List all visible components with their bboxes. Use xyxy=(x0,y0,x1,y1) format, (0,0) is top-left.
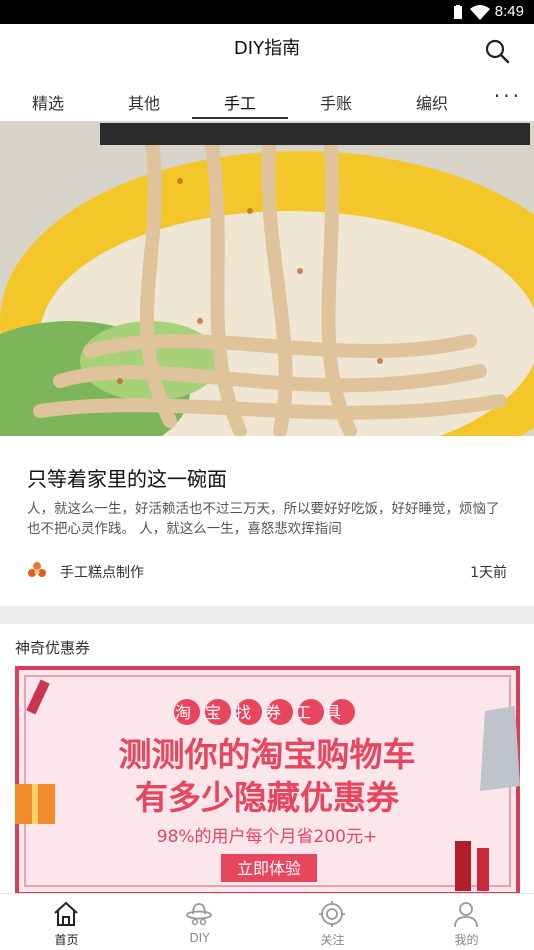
coupon-section-title: 神奇优惠券 xyxy=(15,639,91,657)
nav-home[interactable]: 首页 xyxy=(0,894,133,950)
app-bar: DIY指南 xyxy=(0,24,534,76)
user-icon xyxy=(454,902,478,928)
status-time: 8:49 xyxy=(494,3,524,20)
gift-box-decoration xyxy=(15,784,55,824)
category-tabs: 精选 其他 手工 手账 编织 ··· xyxy=(0,78,534,120)
banner-cta-button[interactable]: 立即体验 xyxy=(237,859,301,878)
wifi-icon xyxy=(470,5,490,20)
tab-knitting[interactable]: 编织 xyxy=(384,90,480,114)
nav-diy-label: DIY xyxy=(189,931,210,945)
app-title: DIY指南 xyxy=(233,38,301,59)
focus-icon xyxy=(319,901,345,927)
section-divider xyxy=(0,606,534,624)
article-description: 人，就这么一生，好活赖活也不过三万天，所以要好好吃饭，好好睡觉，烦恼了也不把心灵… xyxy=(27,501,500,537)
tabs-more-button[interactable]: ··· xyxy=(494,84,522,108)
nav-home-label: 首页 xyxy=(54,933,79,947)
article-time: 1天前 xyxy=(470,565,507,581)
coupon-banner[interactable]: 淘宝找券工具 测测你的淘宝购物车 有多少隐藏优惠券 98%的用户每个月省200元… xyxy=(15,666,520,896)
tab-handcraft[interactable]: 手工 xyxy=(192,90,288,114)
search-icon[interactable] xyxy=(484,38,510,64)
nav-follow[interactable]: 关注 xyxy=(266,894,399,950)
battery-icon xyxy=(454,5,462,19)
nav-diy[interactable]: DIY xyxy=(133,894,266,950)
article-hero-image xyxy=(0,121,534,436)
tab-journal[interactable]: 手账 xyxy=(288,90,384,114)
nav-follow-label: 关注 xyxy=(320,933,345,947)
article-source[interactable]: 手工糕点制作 xyxy=(60,562,144,582)
active-tab-indicator xyxy=(192,117,288,119)
article-card[interactable]: 只等着家里的这一碗面 人，就这么一生，好活赖活也不过三万天，所以要好好吃饭，好好… xyxy=(0,121,534,606)
bottom-navigation: 首页 DIY 关注 我的 xyxy=(0,893,534,949)
banner-headline-1: 测测你的淘宝购物车 xyxy=(119,735,416,774)
status-bar: 8:49 xyxy=(0,0,534,24)
nav-profile-label: 我的 xyxy=(454,933,479,947)
banner-subtitle: 98%的用户每个月省200元+ xyxy=(157,827,377,847)
article-title: 只等着家里的这一碗面 xyxy=(27,467,227,491)
sweater-decoration xyxy=(480,706,520,791)
nav-profile[interactable]: 我的 xyxy=(400,894,533,950)
tab-other[interactable]: 其他 xyxy=(96,90,192,114)
home-icon xyxy=(54,901,78,926)
source-flower-icon xyxy=(28,562,46,577)
banner-tag-text: 淘宝找券工具 xyxy=(175,703,355,722)
banner-headline-2: 有多少隐藏优惠券 xyxy=(135,778,400,817)
tab-featured[interactable]: 精选 xyxy=(0,90,96,114)
diy-hat-icon xyxy=(186,903,212,926)
